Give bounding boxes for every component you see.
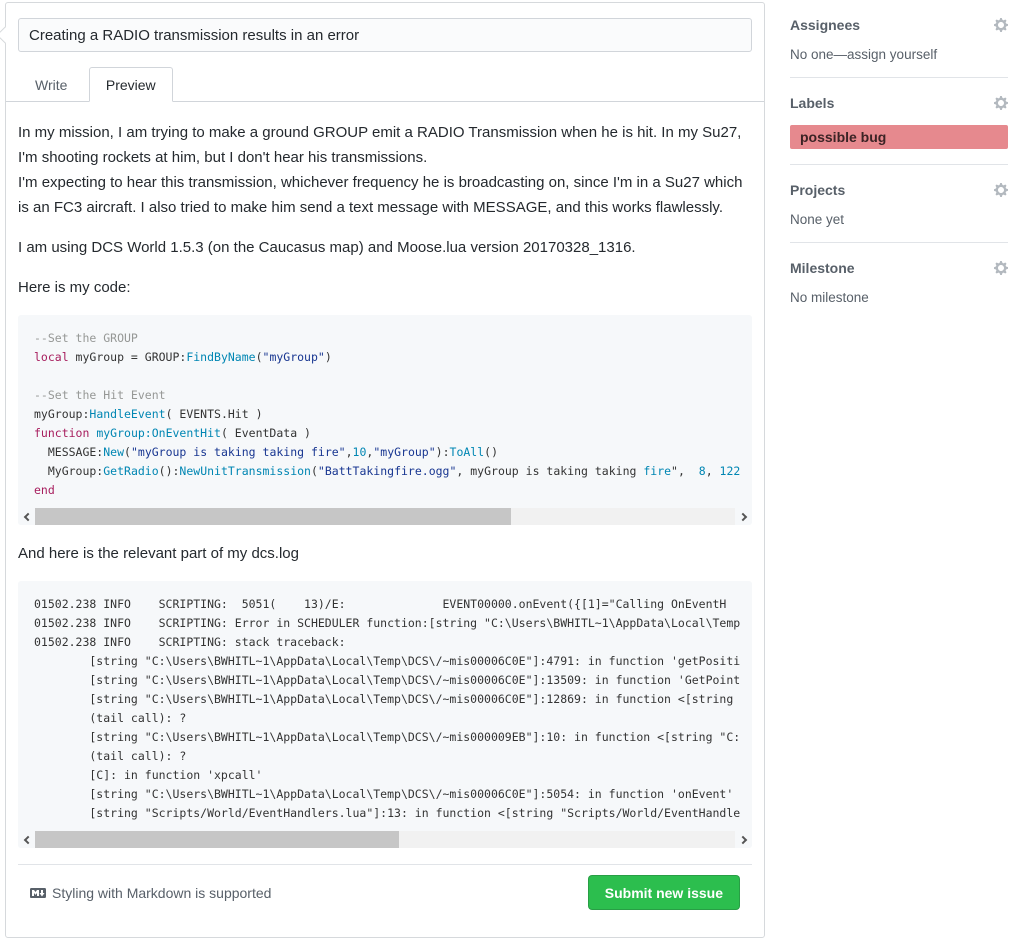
write-preview-tabnav: Write Preview bbox=[6, 67, 764, 102]
code-horizontal-scrollbar bbox=[18, 508, 752, 525]
new-issue-page: Write Preview In my mission, I am trying… bbox=[0, 0, 1025, 944]
markdown-supported-link[interactable]: Styling with Markdown is supported bbox=[30, 885, 271, 901]
preview-rendered-body: In my mission, I am trying to make a gro… bbox=[6, 102, 764, 910]
assignees-heading: Assignees bbox=[790, 17, 860, 33]
sidebar-section-assignees: Assignees No one—assign yourself bbox=[790, 0, 1008, 78]
chevron-left-icon[interactable] bbox=[18, 508, 35, 525]
sidebar-section-labels: Labels possible bug bbox=[790, 78, 1008, 165]
comment-box-caret bbox=[0, 27, 13, 44]
gear-icon[interactable] bbox=[994, 182, 1008, 198]
tab-preview[interactable]: Preview bbox=[89, 67, 173, 102]
scrollbar-track[interactable] bbox=[35, 831, 735, 848]
scrollbar-thumb[interactable] bbox=[35, 831, 399, 848]
sidebar-section-milestone: Milestone No milestone bbox=[790, 243, 1008, 320]
log-horizontal-scrollbar bbox=[18, 831, 752, 848]
scrollbar-track[interactable] bbox=[35, 508, 735, 525]
dcs-log-block: 01502.238 INFO SCRIPTING: 5051( 13)/E: E… bbox=[18, 581, 752, 848]
projects-value: None yet bbox=[790, 212, 1008, 227]
gear-icon[interactable] bbox=[994, 17, 1008, 33]
labels-heading: Labels bbox=[790, 95, 834, 111]
submit-new-issue-button[interactable]: Submit new issue bbox=[588, 875, 740, 910]
issue-body-paragraph-1: In my mission, I am trying to make a gro… bbox=[18, 120, 752, 220]
sidebar-section-projects: Projects None yet bbox=[790, 165, 1008, 243]
markdown-note-text: Styling with Markdown is supported bbox=[52, 885, 271, 901]
gear-icon[interactable] bbox=[994, 95, 1008, 111]
chevron-right-icon[interactable] bbox=[735, 508, 752, 525]
assignees-value[interactable]: No one—assign yourself bbox=[790, 47, 1008, 62]
tab-write[interactable]: Write bbox=[18, 67, 84, 102]
gear-icon[interactable] bbox=[994, 260, 1008, 276]
chevron-right-icon[interactable] bbox=[735, 831, 752, 848]
compose-footer: Styling with Markdown is supported Submi… bbox=[18, 865, 752, 910]
lua-code-block: --Set the GROUPlocal myGroup = GROUP:Fin… bbox=[18, 315, 752, 525]
chevron-left-icon[interactable] bbox=[18, 831, 35, 848]
issue-body-paragraph-2: I am using DCS World 1.5.3 (on the Cauca… bbox=[18, 235, 752, 260]
milestone-heading: Milestone bbox=[790, 260, 855, 276]
issue-sidebar: Assignees No one—assign yourself Labels … bbox=[790, 0, 1008, 320]
dcs-log-lines: 01502.238 INFO SCRIPTING: 5051( 13)/E: E… bbox=[34, 595, 736, 823]
issue-title-input[interactable] bbox=[18, 18, 752, 52]
issue-body-paragraph-4: And here is the relevant part of my dcs.… bbox=[18, 541, 752, 566]
issue-body-paragraph-3: Here is my code: bbox=[18, 275, 752, 300]
milestone-value: No milestone bbox=[790, 290, 1008, 305]
issue-compose-box: Write Preview In my mission, I am trying… bbox=[5, 2, 765, 938]
projects-heading: Projects bbox=[790, 182, 845, 198]
label-possible-bug[interactable]: possible bug bbox=[790, 125, 1008, 149]
scrollbar-thumb[interactable] bbox=[35, 508, 511, 525]
markdown-icon bbox=[30, 885, 46, 901]
lua-code-lines: --Set the GROUPlocal myGroup = GROUP:Fin… bbox=[34, 329, 736, 500]
